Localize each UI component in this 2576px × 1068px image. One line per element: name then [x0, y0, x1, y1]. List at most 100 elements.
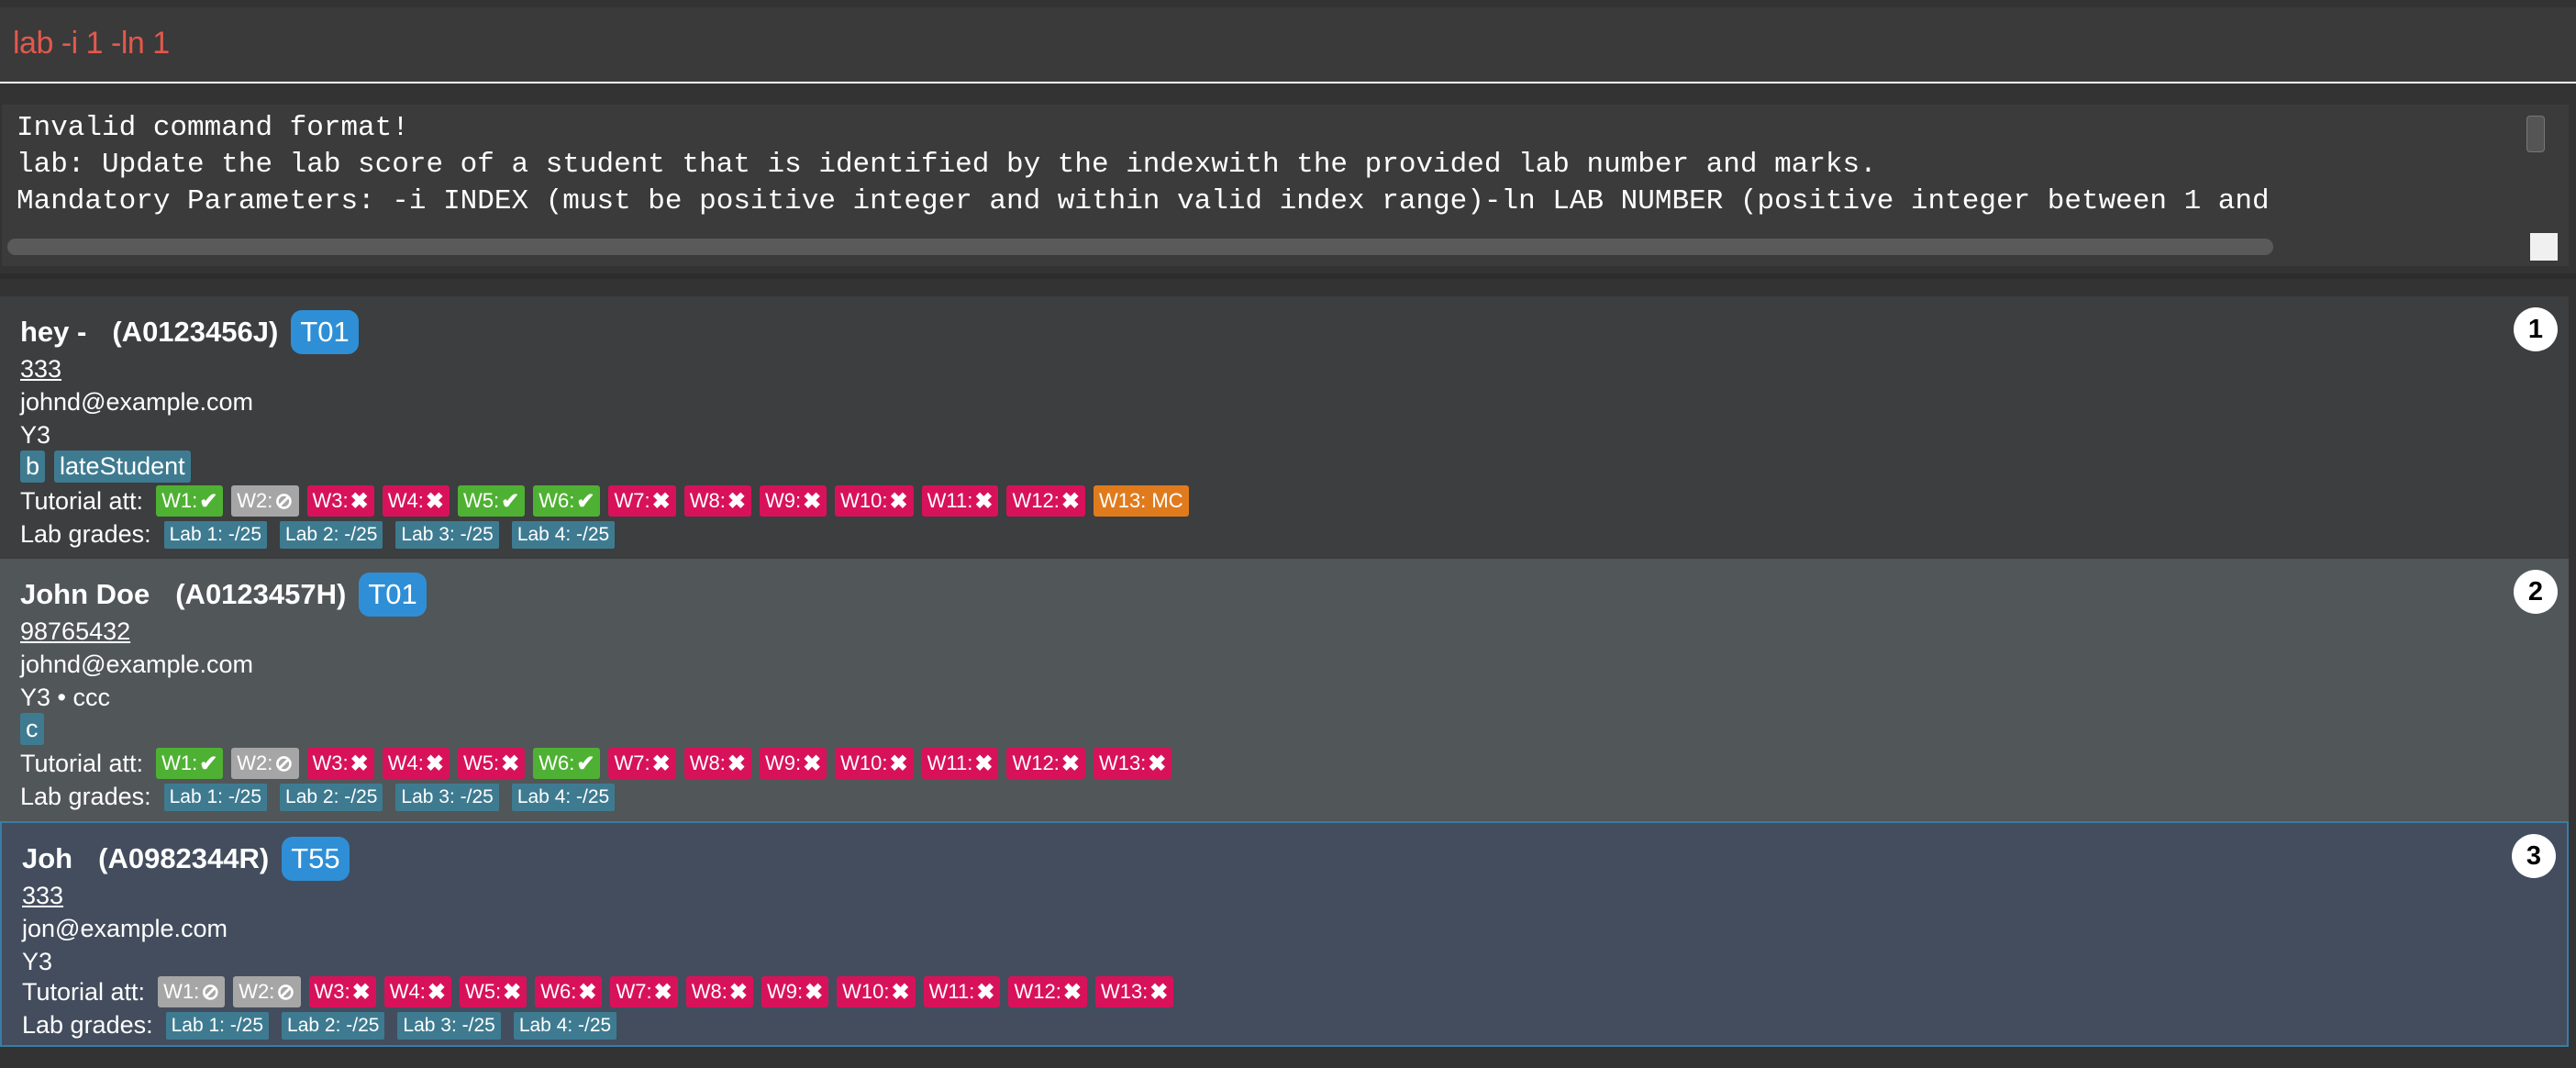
attendance-chip: W2: ⊘	[233, 976, 301, 1007]
vertical-scrollbar-thumb[interactable]	[2526, 116, 2545, 152]
tag-list: b lateStudent	[20, 451, 191, 483]
year: Y3	[20, 421, 51, 449]
lab-grade-chip: Lab 3: -/25	[397, 1011, 501, 1040]
attendance-chip: W3: ✖	[308, 976, 376, 1007]
tutorial-badge: T01	[291, 310, 359, 354]
attendance-chip: W9: ✖	[761, 976, 829, 1007]
attendance-week-label: W8:	[691, 980, 727, 1003]
tag: b	[20, 451, 46, 483]
lab-grade-chip: Lab 1: -/25	[165, 1011, 270, 1040]
attendance-week-label: W9:	[764, 751, 802, 774]
lab-grade-chip: Lab 2: -/25	[280, 783, 383, 811]
attendance-chip: W3: ✖	[306, 748, 374, 779]
attendance-chip: W5: ✖	[458, 748, 526, 779]
attendance-week-label: W2:	[237, 489, 273, 512]
attendance-week-label: W1:	[161, 489, 198, 512]
attendance-row: Tutorial att: W1: ⊘ W2: ⊘ W3: ✖ W4: ✖ W5: ✖ W6: ✖ W7:…	[22, 976, 1182, 1007]
attendance-label: Tutorial att:	[20, 486, 144, 515]
result-line: Invalid command format!	[17, 112, 409, 144]
student-card[interactable]: Joh (A0982344R) T55 3 333 jon@example.com Y3 Tu…	[0, 821, 2569, 1047]
divider	[0, 273, 2576, 279]
cross-icon: ✖	[1149, 979, 1169, 1005]
attendance-week-label: W5:	[463, 489, 500, 512]
attendance-chip: W5: ✖	[460, 976, 527, 1007]
attendance-week-label: W7:	[616, 980, 652, 1003]
attendance-chip: W11: ✖	[921, 748, 999, 779]
lab-grades-label: Lab grades:	[20, 520, 151, 548]
attendance-chip: W8: ✖	[683, 748, 751, 779]
tutorial-badge: T01	[359, 573, 427, 617]
cross-icon: ✖	[425, 488, 444, 514]
attendance-chip: W9: ✖	[759, 748, 827, 779]
attendance-chip: W1: ✔	[156, 748, 224, 779]
attendance-week-label: W10:	[840, 489, 888, 512]
attendance-chip: W1: ✔	[156, 485, 224, 517]
cross-icon: ✖	[501, 751, 520, 776]
lab-grades-row: Lab grades: Lab 1: -/25 Lab 2: -/25 Lab 3: …	[20, 783, 627, 811]
email: johnd@example.com	[20, 651, 254, 678]
cross-icon: ✖	[651, 751, 671, 776]
attendance-chip: W8: ✖	[683, 485, 751, 517]
attendance-week-label: W3:	[314, 980, 350, 1003]
attendance-chip: W1: ⊘	[158, 976, 226, 1007]
check-icon: ✔	[501, 488, 520, 514]
cross-icon: ✖	[350, 488, 369, 514]
attendance-week-label: W12:	[1012, 489, 1060, 512]
year: Y3 • ccc	[20, 684, 110, 711]
student-card[interactable]: John Doe (A0123457H) T01 2 98765432 johnd@exa…	[0, 559, 2569, 821]
cross-icon: ✖	[976, 979, 995, 1005]
attendance-chip: W7: ✖	[610, 976, 678, 1007]
horizontal-scrollbar-thumb[interactable]	[7, 239, 2273, 255]
attendance-chip: W12: ✖	[1006, 485, 1085, 517]
scroll-corner	[2530, 233, 2558, 261]
cross-icon: ✖	[651, 488, 671, 514]
student-id: (A0982344R)	[98, 842, 270, 874]
attendance-week-label: W5:	[465, 980, 502, 1003]
command-input[interactable]: lab -i 1 -ln 1	[13, 26, 170, 61]
attendance-chip: W9: ✖	[759, 485, 827, 517]
cross-icon: ✖	[889, 751, 908, 776]
attendance-week-label: W4:	[389, 980, 426, 1003]
attendance-chip: W11: ✖	[923, 976, 1001, 1007]
lab-grade-chip: Lab 2: -/25	[282, 1011, 385, 1040]
result-line: lab: Update the lab score of a student t…	[17, 149, 1877, 181]
attendance-chip: W10: ✖	[835, 748, 914, 779]
cross-icon: ✖	[803, 488, 822, 514]
attendance-week-label: W1:	[161, 751, 198, 774]
result-text-area: Invalid command format! lab: Update the …	[2, 105, 2534, 244]
attendance-week-label: W6:	[539, 489, 575, 512]
attendance-chip: W3: ✖	[306, 485, 374, 517]
cross-icon: ✖	[425, 751, 444, 776]
email: johnd@example.com	[20, 388, 254, 416]
attendance-chip: W8: ✖	[685, 976, 753, 1007]
attendance-week-label: W2:	[237, 751, 273, 774]
tag: c	[20, 713, 44, 745]
phone-number: 333	[20, 355, 62, 383]
attendance-row: Tutorial att: W1: ✔ W2: ⊘ W3: ✖ W4: ✖ W5: ✔ W6: ✔ W7:…	[20, 485, 1197, 517]
lab-grades-label: Lab grades:	[20, 783, 151, 810]
lab-grades-row: Lab grades: Lab 1: -/25 Lab 2: -/25 Lab 3: …	[22, 1011, 629, 1040]
cross-icon: ✖	[578, 979, 597, 1005]
cross-icon: ✖	[1148, 751, 1167, 776]
phone-number: 98765432	[20, 617, 131, 645]
cross-icon: ✖	[805, 979, 824, 1005]
not-applicable-icon: ⊘	[201, 979, 220, 1005]
check-icon: ✔	[199, 488, 218, 514]
attendance-chip: W11: ✖	[921, 485, 999, 517]
attendance-week-label: W6:	[539, 751, 575, 774]
attendance-week-label: W4:	[387, 751, 424, 774]
attendance-week-label: W11:	[927, 751, 973, 774]
attendance-week-label: W13: MC	[1098, 489, 1183, 512]
lab-grade-chip: Lab 1: -/25	[163, 520, 268, 549]
cross-icon: ✖	[974, 488, 994, 514]
attendance-chip: W4: ✖	[382, 485, 450, 517]
year: Y3	[22, 948, 53, 975]
attendance-chip: W13: ✖	[1094, 976, 1174, 1007]
student-list[interactable]: hey - (A0123456J) T01 1 333 johnd@example.com…	[0, 296, 2574, 1047]
lab-grade-chip: Lab 4: -/25	[511, 783, 616, 811]
student-card[interactable]: hey - (A0123456J) T01 1 333 johnd@example.com…	[0, 296, 2569, 559]
command-box[interactable]: lab -i 1 -ln 1	[0, 7, 2576, 83]
attendance-week-label: W1:	[163, 980, 200, 1003]
index-badge: 1	[2514, 307, 2558, 351]
attendance-week-label: W5:	[463, 751, 500, 774]
